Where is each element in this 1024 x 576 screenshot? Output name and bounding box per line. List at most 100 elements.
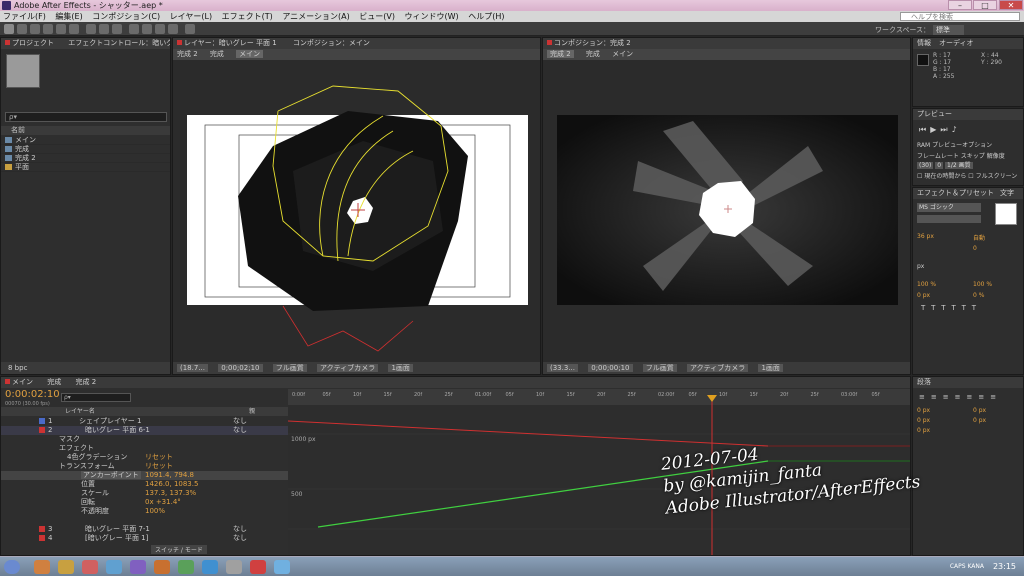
rotate-tool-icon[interactable] [43,24,53,34]
puppet-tool-icon[interactable] [185,24,195,34]
timeline-tab-kansei[interactable]: 完成 [47,378,61,386]
menu-composition[interactable]: コンポジション(C) [92,12,160,21]
brush-tool-icon[interactable] [129,24,139,34]
zoom-dropdown[interactable]: (33.3... [547,364,578,372]
composition-tab[interactable]: コンポジション：完成 2 [554,39,631,47]
timeline-tab-main[interactable]: メイン [12,378,33,386]
current-time-display[interactable]: 0:00:02:10 [5,389,60,400]
ram-preview-options[interactable]: RAM プレビューオプション [917,140,992,149]
hand-tool-icon[interactable] [17,24,27,34]
property-row[interactable]: エフェクト [1,444,288,453]
breadcrumb-item[interactable]: 完成 [586,50,600,58]
parent-column[interactable]: 親 [249,407,255,416]
help-search-input[interactable]: ヘルプを検索 [900,12,1020,21]
property-row[interactable]: 4色グラデーション リセット [1,453,288,462]
selection-tool-icon[interactable] [4,24,14,34]
audio-tab[interactable]: オーディオ [939,39,974,47]
project-item[interactable]: メイン [1,136,170,145]
pen-tool-icon[interactable] [99,24,109,34]
layer-row[interactable]: 3 暗いグレー 平面 7-1 なし [1,525,288,534]
text-tool-icon[interactable] [112,24,122,34]
close-tab-icon[interactable] [5,40,10,45]
viewer-timecode[interactable]: 0;00;02;10 [218,364,263,372]
property-value[interactable]: 1426.0, 1083.5 [145,480,198,489]
parent-dropdown[interactable]: なし [233,534,247,543]
after-effects-icon[interactable] [130,560,146,574]
stroke-unit[interactable]: px [917,263,924,270]
zoom-tool-icon[interactable] [30,24,40,34]
camera-dropdown[interactable]: アクティブカメラ [686,364,749,372]
info-tab[interactable]: 情報 [917,39,931,47]
camera-tool-icon[interactable] [56,24,66,34]
skip-dropdown[interactable]: 0 [935,162,944,169]
bpc-toggle[interactable]: 8 bpc [5,364,30,372]
app-icon[interactable] [250,560,266,574]
menu-animation[interactable]: アニメーション(A) [282,12,349,21]
first-frame-icon[interactable]: ⏮ [919,125,930,134]
fill-color-swatch[interactable] [995,203,1017,225]
property-value[interactable]: 0x +31.4° [145,498,181,507]
app-icon[interactable] [178,560,194,574]
start-button-icon[interactable] [4,560,20,574]
character-tab[interactable]: 文字 [1000,189,1014,197]
maximize-button[interactable]: □ [973,0,997,10]
first-line-indent[interactable]: 0 px [917,417,930,424]
layer-name[interactable]: 暗いグレー 平面 6-1 [85,426,150,435]
property-row[interactable]: 回転 0x +31.4° [1,498,288,507]
project-item[interactable]: 平面 [1,163,170,172]
mask-path[interactable] [282,305,414,352]
effect-controls-tab[interactable]: エフェクトコントロール：暗いグレー [68,39,170,47]
menu-layer[interactable]: レイヤー(L) [170,12,212,21]
menu-view[interactable]: ビュー(V) [359,12,395,21]
tracking[interactable]: 0 [973,245,977,252]
label-color-swatch[interactable] [39,418,45,424]
font-family-dropdown[interactable]: MS ゴシック [917,203,981,212]
parent-dropdown[interactable]: なし [233,525,247,534]
app-icon[interactable] [226,560,242,574]
effects-presets-tab[interactable]: エフェクト＆プリセット [917,189,994,197]
zoom-dropdown[interactable]: (18.7... [177,364,208,372]
clock[interactable]: 23:15 [993,562,1016,571]
camera-dropdown[interactable]: アクティブカメラ [316,364,379,372]
menu-help[interactable]: ヘルプ(H) [468,12,504,21]
roto-brush-tool-icon[interactable] [168,24,178,34]
composition-main-tab[interactable]: コンポジション：メイン [293,39,370,47]
label-color-swatch[interactable] [39,427,45,433]
ime-indicator[interactable]: CAPS KANA [950,563,984,570]
char-size[interactable]: 36 px [917,233,934,240]
layer-row[interactable]: 4 [暗いグレー 平面 1] なし [1,534,288,543]
workspace-selector[interactable]: ワークスペース： 標準 [875,25,964,35]
framerate-dropdown[interactable]: (30) [917,162,934,169]
property-row[interactable]: スケール 137.3, 137.3% [1,489,288,498]
layer-tab[interactable]: レイヤー：暗いグレー 平面 1 [184,39,277,47]
tsume[interactable]: 0 % [973,292,984,299]
view-layout-dropdown[interactable]: 1画面 [758,364,783,372]
property-row[interactable]: アンカーポイント 1091.4, 794.8 [1,471,288,480]
project-tab[interactable]: プロジェクト [12,39,54,47]
from-current-checkbox[interactable]: ☐ [917,173,922,180]
breadcrumb-item[interactable]: 完成 [210,50,224,58]
project-column-header[interactable]: 名前 [1,126,170,135]
label-color-swatch[interactable] [39,535,45,541]
menu-file[interactable]: ファイル(F) [3,12,46,21]
fullscreen-checkbox[interactable]: ☐ [968,173,973,180]
viewer-timecode[interactable]: 0;00;00;10 [588,364,633,372]
font-style-dropdown[interactable] [917,215,981,223]
breadcrumb-item-active[interactable]: メイン [236,50,264,58]
property-row[interactable]: トランスフォーム リセット [1,462,288,471]
close-tab-icon[interactable] [5,379,10,384]
firefox-icon[interactable] [58,560,74,574]
paragraph-tab[interactable]: 段落 [917,378,931,386]
close-button[interactable]: ✕ [999,0,1023,10]
menu-window[interactable]: ウィンドウ(W) [405,12,459,21]
project-item[interactable]: 完成 2 [1,154,170,163]
resolution-dropdown[interactable]: フル画質 [272,364,307,372]
last-frame-icon[interactable]: ⏭ [940,125,951,134]
breadcrumb-item-active[interactable]: 完成 2 [547,50,574,58]
rectangle-tool-icon[interactable] [86,24,96,34]
property-value[interactable]: 1091.4, 794.8 [145,471,194,480]
layer-name[interactable]: 暗いグレー 平面 7-1 [85,525,150,534]
close-tab-icon[interactable] [547,40,552,45]
vertical-scale[interactable]: 100 % [917,281,936,288]
app-icon[interactable] [274,560,290,574]
